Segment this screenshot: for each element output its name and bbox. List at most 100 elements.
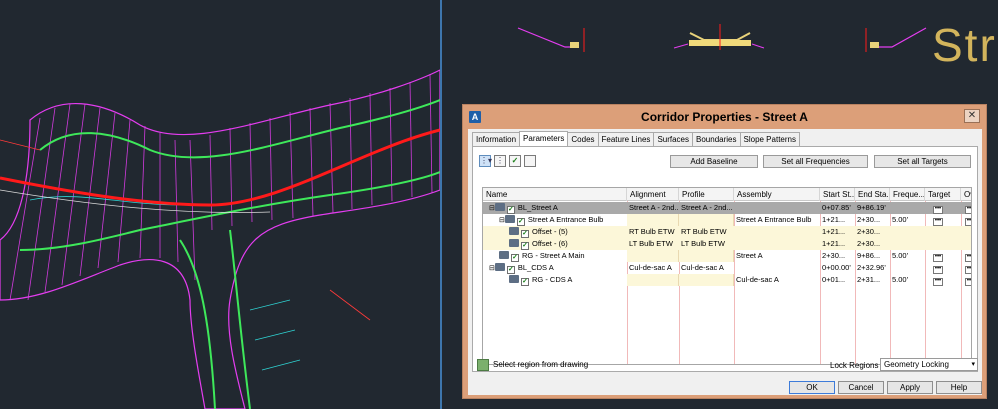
select-region-icon[interactable] [477,359,489,371]
select-region-label[interactable]: Select region from drawing [493,359,588,371]
target-ellipsis-button[interactable]: ••• [933,266,943,274]
lock-regions-value: Geometry Locking [884,360,949,369]
row-end-station[interactable]: 2+30... [855,238,890,250]
row-name: RG - Street A Main [522,251,585,260]
row-start-station[interactable]: 1+21... [820,226,855,238]
tab-feature-lines[interactable]: Feature Lines [597,132,655,146]
col-end-station[interactable]: End Sta... [855,188,890,201]
override-ellipsis-button[interactable]: ••• [965,254,971,262]
parameters-panel: ⋮▾ ⋮ ✓ Add Baseline Set all Frequencies … [472,146,978,372]
street-name-label: Stre [932,19,998,71]
override-ellipsis-button[interactable]: ••• [965,218,971,226]
tab-codes[interactable]: Codes [567,132,599,146]
override-ellipsis-button[interactable]: ••• [965,266,971,274]
col-profile[interactable]: Profile [679,188,734,201]
target-ellipsis-button[interactable]: ••• [933,218,943,226]
add-baseline-button[interactable]: Add Baseline [670,155,758,168]
row-checkbox[interactable]: ✓ [521,278,529,286]
red-tick [0,139,41,151]
region-icon [509,275,519,283]
dialog-titlebar[interactable]: A Corridor Properties - Street A ✕ [463,105,986,129]
uncheck-all-icon[interactable] [524,155,536,167]
target-ellipsis-button[interactable]: ••• [933,254,943,262]
check-all-icon[interactable]: ✓ [509,155,521,167]
left-section [517,27,585,52]
row-name: RG - CDS A [532,275,573,284]
col-frequency[interactable]: Freque... [890,188,925,201]
row-profile[interactable]: LT Bulb ETW [679,238,734,250]
tab-parameters[interactable]: Parameters [519,131,569,146]
row-checkbox[interactable]: ✓ [521,230,529,238]
row-frequency[interactable]: 5.00' [890,214,925,226]
tab-boundaries[interactable]: Boundaries [692,132,741,146]
row-profile[interactable]: Cul-de-sac A [679,262,734,274]
col-name[interactable]: Name [483,188,627,201]
row-start-station[interactable]: 1+21... [822,215,845,224]
tab-slope-patterns[interactable]: Slope Patterns [739,132,800,146]
row-end-station[interactable]: 2+30... [857,215,880,224]
apply-button[interactable]: Apply [887,381,933,394]
row-frequency[interactable]: 5.00' [890,250,925,262]
table-row[interactable]: ✓ RG - CDS A Cul-de-sac A 0+01... 2+31...… [483,274,971,286]
baseline-grid[interactable]: Name Alignment Profile Assembly Start St… [482,187,972,365]
row-alignment[interactable]: Street A - 2nd... [627,202,679,214]
list-view-icon[interactable]: ⋮ [494,155,506,167]
row-end-station[interactable]: 9+86.19' [855,202,890,214]
table-row[interactable]: ⊟ ✓ BL_Street A Street A - 2nd... Street A… [483,202,971,214]
tab-information[interactable]: Information [472,132,521,146]
row-end-station[interactable]: 9+86... [855,250,890,262]
row-checkbox[interactable]: ✓ [516,218,525,226]
row-alignment[interactable]: RT Bulb ETW [627,226,679,238]
row-alignment[interactable]: LT Bulb ETW [627,238,679,250]
help-button[interactable]: Help [936,381,982,394]
close-button[interactable]: ✕ [964,109,980,123]
row-checkbox[interactable]: ✓ [506,266,515,274]
row-start-station[interactable]: 0+01... [820,274,855,286]
col-target[interactable]: Target [925,188,961,201]
table-row[interactable]: ✓ Offset - (5) RT Bulb ETW RT Bulb ETW 1+… [483,226,971,238]
lock-regions-select[interactable]: Geometry Locking ▾ [880,358,978,371]
set-all-targets-button[interactable]: Set all Targets [874,155,971,168]
table-row[interactable]: ✓ RG - Street A Main Street A 2+30... 9+8… [483,250,971,262]
row-start-station[interactable]: 0+07.85' [820,202,855,214]
ok-button[interactable]: OK [789,381,835,394]
target-ellipsis-button[interactable]: ••• [933,206,943,214]
cancel-button[interactable]: Cancel [838,381,884,394]
col-assembly[interactable]: Assembly [734,188,820,201]
plan-viewport[interactable] [0,0,440,409]
row-assembly[interactable]: Cul-de-sac A [734,274,820,286]
tree-view-icon[interactable]: ⋮▾ [479,155,492,167]
row-start-station[interactable]: 1+21... [820,238,855,250]
override-ellipsis-button[interactable]: ••• [965,206,971,214]
table-row[interactable]: ✓ Offset - (6) LT Bulb ETW LT Bulb ETW 1+… [483,238,971,250]
row-alignment[interactable]: Cul-de-sac A [627,262,679,274]
row-assembly[interactable]: Street A Entrance Bulb [734,214,820,226]
table-row[interactable]: ⊟ ✓ Street A Entrance Bulb Street A Entran… [483,214,971,226]
set-all-frequencies-button[interactable]: Set all Frequencies [763,155,868,168]
row-end-station[interactable]: 2+32.96' [855,262,890,274]
row-checkbox[interactable]: ✓ [511,254,519,262]
row-start-station[interactable]: 0+00.00' [820,262,855,274]
row-checkbox[interactable]: ✓ [521,242,529,250]
row-end-station[interactable]: 2+31... [855,274,890,286]
row-assembly[interactable]: Street A [734,250,820,262]
red-tick-2 [329,289,371,321]
baseline-icon [494,263,505,271]
row-frequency[interactable]: 5.00' [890,274,925,286]
col-alignment[interactable]: Alignment [627,188,679,201]
col-start-station[interactable]: Start St... [820,188,855,201]
table-row[interactable]: ⊟ ✓ BL_CDS A Cul-de-sac A Cul-de-sac A 0+0… [483,262,971,274]
row-end-station[interactable]: 2+30... [855,226,890,238]
tab-surfaces[interactable]: Surfaces [653,132,694,146]
row-profile[interactable]: Street A - 2nd... [679,202,734,214]
row-profile[interactable]: RT Bulb ETW [679,226,734,238]
target-ellipsis-button[interactable]: ••• [933,278,943,286]
col-overrides[interactable]: Ove [961,188,971,201]
row-checkbox[interactable]: ✓ [506,206,515,214]
alignment-centerline[interactable] [0,128,440,207]
override-ellipsis-button[interactable]: ••• [965,278,971,286]
row-start-station[interactable]: 2+30... [820,250,855,262]
corridor-properties-dialog[interactable]: A Corridor Properties - Street A ✕ Infor… [462,104,987,399]
corridor-sample-lines [9,73,433,301]
plan-drawing[interactable] [0,0,440,409]
